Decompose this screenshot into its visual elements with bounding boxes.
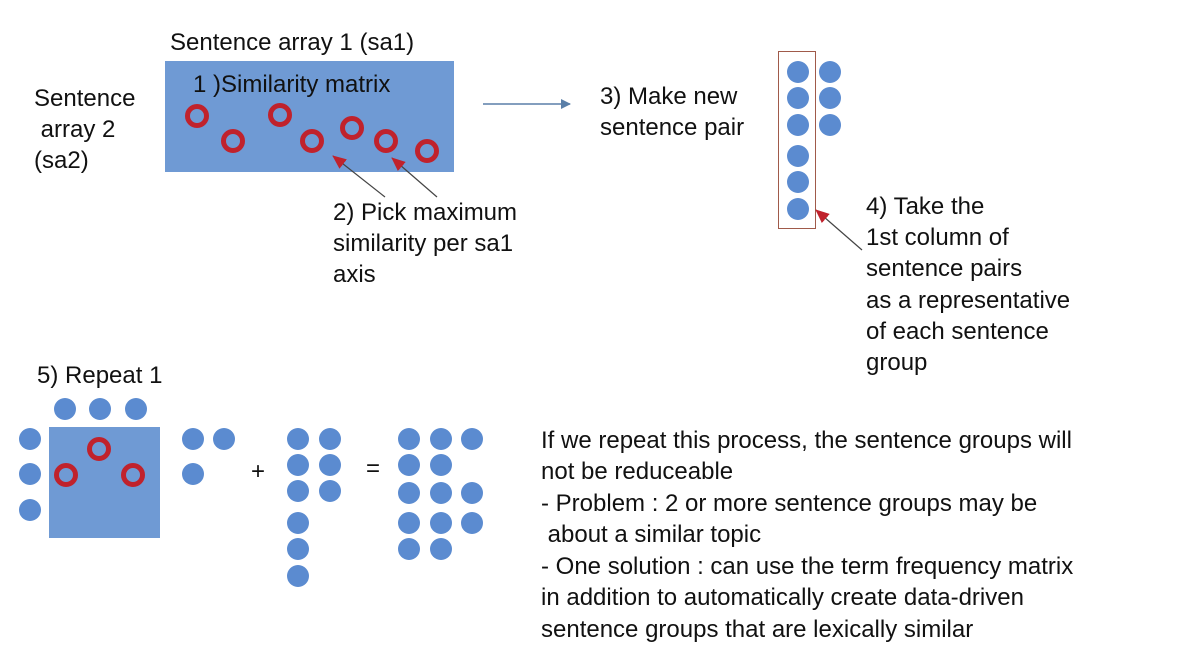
- pointer-arrow: [391, 157, 438, 198]
- pointer-arrow: [332, 155, 386, 198]
- pointer-arrow: [815, 209, 863, 251]
- arrows-layer: [332, 99, 863, 251]
